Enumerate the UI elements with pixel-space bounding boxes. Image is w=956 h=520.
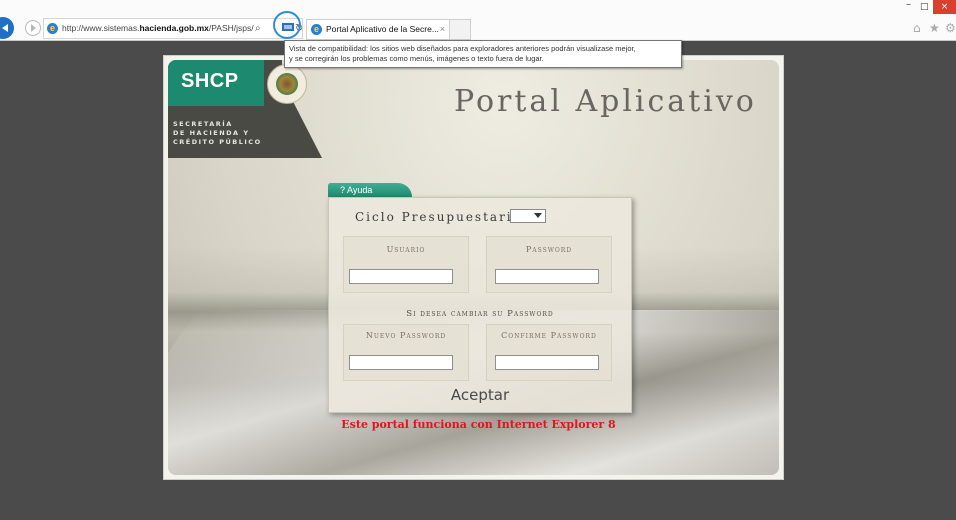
new-tab-button[interactable] <box>449 19 471 40</box>
confirme-password-label: Confirme Password <box>501 331 597 340</box>
nuevo-password-panel: Nuevo Password <box>343 324 469 381</box>
tab-portal-aplicativo[interactable]: e Portal Aplicativo de la Secre... × <box>306 19 450 40</box>
favorites-star-icon[interactable]: ★ <box>929 21 940 35</box>
password-label: Password <box>525 245 573 254</box>
portal-page: SHCP SECRETARÍA DE HACIENDA Y CRÉDITO PÚ… <box>163 55 784 480</box>
confirme-password-input[interactable] <box>495 355 599 370</box>
usuario-input[interactable] <box>349 269 453 284</box>
search-icon[interactable]: ⌕ <box>255 19 261 38</box>
tooltip-line-2: y se corregirán los problemas como menús… <box>289 54 544 63</box>
change-password-label: Si desea cambiar su Password <box>406 309 554 319</box>
help-tab[interactable]: ? Ayuda <box>328 183 412 197</box>
url-path: /PASH/jsps/ <box>208 23 254 33</box>
usuario-label: Usuario <box>386 245 426 254</box>
logo-subtitle: SECRETARÍA DE HACIENDA Y CRÉDITO PÚBLICO <box>173 120 262 147</box>
tab-ie-icon: e <box>311 24 322 36</box>
shcp-logo-block: SHCP SECRETARÍA DE HACIENDA Y CRÉDITO PÚ… <box>168 60 282 158</box>
ciclo-select[interactable] <box>510 209 546 223</box>
compatibility-highlight-circle <box>273 11 301 39</box>
ie-compatibility-notice: Este portal funciona con Internet Explor… <box>341 418 616 431</box>
confirme-password-panel: Confirme Password <box>486 324 612 381</box>
logo-abbreviation: SHCP <box>181 70 239 92</box>
ie-icon: e <box>47 23 58 35</box>
url-host: hacienda.gob.mx <box>139 23 209 33</box>
back-button[interactable] <box>0 17 14 39</box>
compatibility-tooltip: Vista de compatibilidad: los sitios web … <box>284 40 682 68</box>
home-icon[interactable]: ⌂ <box>913 21 921 35</box>
usuario-panel: Usuario <box>343 236 469 293</box>
forward-button[interactable] <box>25 20 41 36</box>
logo-line-2: DE HACIENDA Y <box>173 129 250 137</box>
tab-title: Portal Aplicativo de la Secre... <box>326 24 439 34</box>
page-background: SHCP SECRETARÍA DE HACIENDA Y CRÉDITO PÚ… <box>168 60 779 475</box>
minimize-icon[interactable]: – <box>906 0 916 10</box>
tooltip-line-1: Vista de compatibilidad: los sitios web … <box>289 44 636 53</box>
national-seal-icon <box>267 64 307 104</box>
login-form: Ciclo Presupuestario: Usuario Password S… <box>328 197 632 413</box>
gear-icon[interactable]: ⚙ <box>945 21 956 35</box>
ciclo-label: Ciclo Presupuestario: <box>355 210 528 224</box>
close-window-icon[interactable]: × <box>933 0 956 14</box>
password-panel: Password <box>486 236 612 293</box>
nuevo-password-input[interactable] <box>349 355 453 370</box>
seal-eagle <box>276 73 298 95</box>
password-input[interactable] <box>495 269 599 284</box>
nuevo-password-label: Nuevo Password <box>365 331 447 340</box>
tab-close-icon[interactable]: × <box>440 20 445 39</box>
url-prefix: http://www.sistemas. <box>62 23 140 33</box>
page-title: Portal Aplicativo <box>454 84 757 119</box>
logo-line-1: SECRETARÍA <box>173 120 233 128</box>
browser-toolbar: e http://www.sistemas.hacienda.gob.mx/PAS… <box>0 0 956 41</box>
logo-line-3: CRÉDITO PÚBLICO <box>173 138 262 146</box>
aceptar-button[interactable]: Aceptar <box>329 386 631 404</box>
maximize-icon[interactable]: □ <box>920 2 929 12</box>
address-bar[interactable]: e http://www.sistemas.hacienda.gob.mx/PAS… <box>43 18 303 39</box>
